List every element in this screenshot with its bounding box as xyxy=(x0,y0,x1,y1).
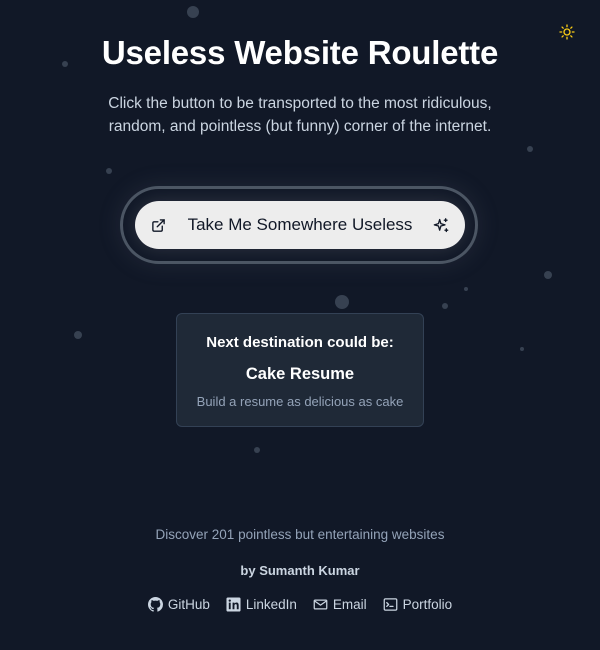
mail-icon xyxy=(313,597,328,612)
card-heading: Next destination could be: xyxy=(206,334,394,351)
email-link[interactable]: Email xyxy=(313,597,367,612)
linkedin-icon xyxy=(226,597,241,612)
page: Useless Website Roulette Click the butto… xyxy=(0,0,600,650)
sparkles-icon xyxy=(433,217,449,233)
terminal-icon xyxy=(383,597,398,612)
page-subtitle: Click the button to be transported to th… xyxy=(108,95,492,135)
particle xyxy=(74,331,82,339)
portfolio-link[interactable]: Portfolio xyxy=(383,597,453,612)
particle xyxy=(527,146,533,152)
discover-count-text: Discover 201 pointless but entertaining … xyxy=(155,527,445,542)
email-link-label: Email xyxy=(332,597,367,612)
particle xyxy=(464,287,468,291)
particle xyxy=(520,347,524,351)
github-link[interactable]: GitHub xyxy=(147,597,210,612)
destination-name: Cake Resume xyxy=(245,365,355,383)
github-icon xyxy=(147,597,163,612)
cta-label: Take Me Somewhere Useless xyxy=(187,215,413,234)
social-links: GitHub LinkedIn Email Portfolio xyxy=(0,597,600,612)
particle xyxy=(106,168,112,174)
linkedin-link[interactable]: LinkedIn xyxy=(226,597,297,612)
github-link-label: GitHub xyxy=(167,597,210,612)
author-byline: by Sumanth Kumar xyxy=(240,563,360,578)
particle xyxy=(442,303,448,309)
external-link-icon xyxy=(151,217,167,233)
portfolio-link-label: Portfolio xyxy=(402,597,453,612)
particle xyxy=(544,271,552,279)
particle xyxy=(254,447,260,453)
particle xyxy=(335,295,349,309)
page-title: Useless Website Roulette xyxy=(101,34,499,71)
take-me-somewhere-button[interactable]: Take Me Somewhere Useless xyxy=(135,201,465,249)
linkedin-link-label: LinkedIn xyxy=(245,597,297,612)
next-destination-card: Next destination could be: Cake Resume B… xyxy=(176,313,424,427)
destination-description: Build a resume as delicious as cake xyxy=(196,394,404,409)
particle xyxy=(187,6,199,18)
